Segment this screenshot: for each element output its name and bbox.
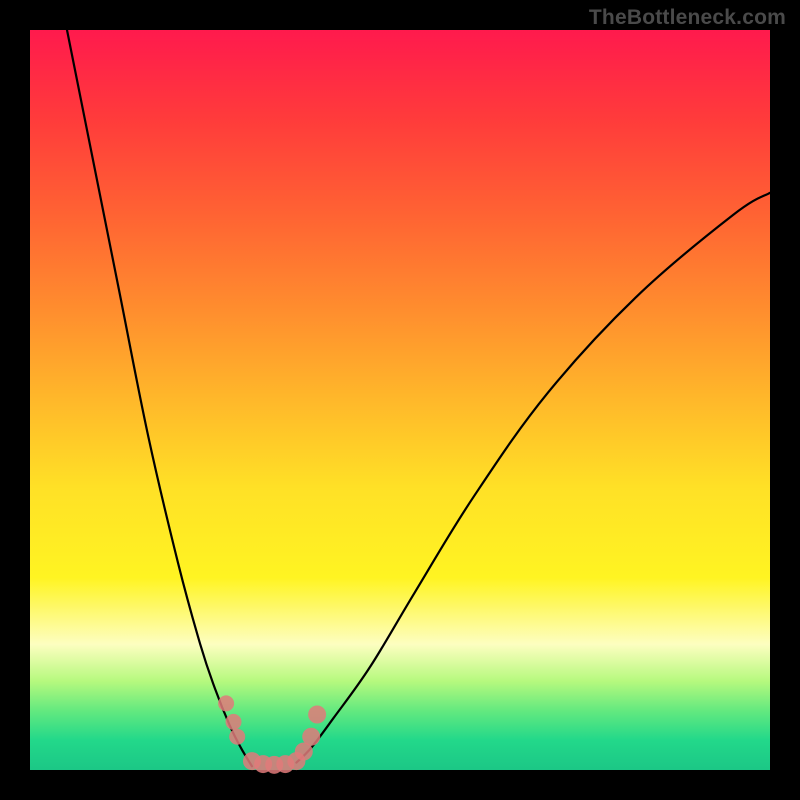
highlight-dot xyxy=(302,728,320,746)
plot-area xyxy=(30,30,770,770)
highlight-dot xyxy=(308,706,326,724)
highlight-dot xyxy=(229,729,245,745)
curve-layer xyxy=(30,30,770,770)
watermark-text: TheBottleneck.com xyxy=(589,6,786,30)
highlight-dot xyxy=(218,695,234,711)
right-curve xyxy=(296,193,770,763)
chart-frame: TheBottleneck.com xyxy=(0,0,800,800)
highlight-dot xyxy=(226,714,242,730)
left-curve xyxy=(67,30,252,766)
highlighted-points xyxy=(218,695,326,773)
